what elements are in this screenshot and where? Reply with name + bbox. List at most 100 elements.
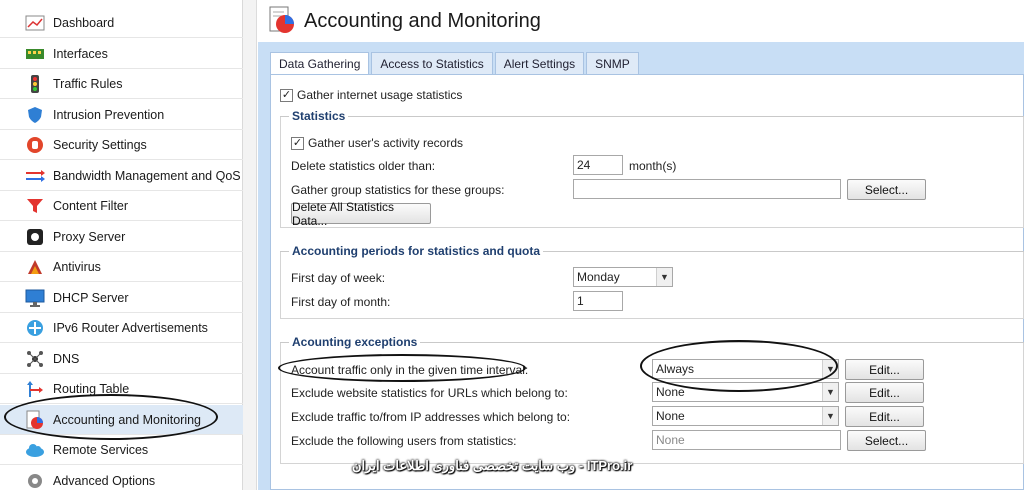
groups-label: Gather group statistics for these groups…: [291, 183, 505, 197]
data-gathering-panel: ✓ Gather internet usage statistics Stati…: [270, 74, 1024, 490]
sidebar-item-dashboard[interactable]: Dashboard: [0, 8, 243, 38]
accounting-chart-icon: [25, 410, 45, 430]
chevron-down-icon[interactable]: ▼: [822, 407, 838, 425]
exceptions-title: Acounting exceptions: [289, 335, 421, 349]
sidebar-item-routing-table[interactable]: Routing Table: [0, 374, 243, 404]
sidebar-item-label: IPv6 Router Advertisements: [53, 320, 208, 335]
groups-select-button[interactable]: Select...: [847, 179, 926, 200]
exclude-users-input[interactable]: None: [652, 430, 841, 450]
sidebar-item-intrusion-prevention[interactable]: Intrusion Prevention: [0, 100, 243, 130]
delete-all-statistics-button[interactable]: Delete All Statistics Data...: [291, 200, 431, 228]
sidebar-item-label: Antivirus: [53, 259, 101, 274]
sidebar-item-traffic-rules[interactable]: Traffic Rules: [0, 69, 243, 99]
sidebar-item-ipv6-router[interactable]: IPv6 Router Advertisements: [0, 313, 243, 343]
content-area: Data Gathering Access to Statistics Aler…: [258, 42, 1024, 490]
sidebar-item-label: Advanced Options: [53, 473, 156, 488]
exclude-ips-edit-button[interactable]: Edit...: [845, 406, 924, 427]
gather-usage-checkbox[interactable]: ✓: [280, 88, 293, 102]
sidebar-item-label: Proxy Server: [53, 229, 126, 244]
exclude-ips-select[interactable]: None ▼: [652, 406, 839, 426]
activity-row: ✓ Gather user's activity records: [291, 136, 463, 150]
dashboard-icon: [25, 13, 45, 33]
tab-access-to-statistics[interactable]: Access to Statistics: [371, 52, 493, 74]
sidebar-item-label: Intrusion Prevention: [53, 107, 165, 122]
traffic-light-icon: [25, 74, 45, 94]
router-icon: [25, 318, 45, 338]
exclude-ips-value: None: [656, 409, 685, 423]
dns-icon: [25, 349, 45, 369]
sidebar-item-accounting[interactable]: Accounting and Monitoring: [0, 405, 243, 435]
time-interval-edit-button[interactable]: Edit...: [845, 359, 924, 380]
sidebar-item-content-filter[interactable]: Content Filter: [0, 191, 243, 221]
stop-hand-icon: [25, 135, 45, 155]
watermark: وب سایت تخصصی فناوری اطلاعات ایران - ITP…: [352, 458, 633, 473]
statistics-title: Statistics: [289, 109, 349, 123]
sidebar-item-label: DHCP Server: [53, 290, 129, 305]
chevron-down-icon[interactable]: ▼: [822, 383, 838, 401]
page-title: Accounting and Monitoring: [304, 9, 541, 32]
chevron-down-icon[interactable]: ▼: [656, 268, 672, 286]
sidebar-item-proxy-server[interactable]: Proxy Server: [0, 222, 243, 252]
sidebar-item-label: DNS: [53, 351, 80, 366]
first-day-month-input[interactable]: 1: [573, 291, 623, 311]
network-card-icon: [25, 44, 45, 64]
delete-older-label: Delete statistics older than:: [291, 159, 436, 173]
exclude-urls-label: Exclude website statistics for URLs whic…: [291, 386, 568, 400]
sidebar: Dashboard Interfaces Traffic Rules Intru…: [0, 0, 243, 490]
cloud-icon: [25, 440, 45, 460]
exclude-urls-value: None: [656, 385, 685, 399]
first-day-week-label: First day of week:: [291, 271, 386, 285]
shield-icon: [25, 105, 45, 125]
sidebar-scrollbar[interactable]: [243, 0, 257, 490]
gear-icon: [25, 471, 45, 490]
chevron-down-icon[interactable]: ▼: [822, 360, 838, 378]
sidebar-item-remote-services[interactable]: Remote Services: [0, 435, 243, 465]
tab-alert-settings[interactable]: Alert Settings: [494, 52, 585, 74]
sidebar-item-antivirus[interactable]: Antivirus: [0, 252, 243, 282]
sidebar-item-bandwidth[interactable]: Bandwidth Management and QoS: [0, 161, 243, 191]
exclude-users-label: Exclude the following users from statist…: [291, 434, 517, 448]
proxy-icon: [25, 227, 45, 247]
tab-bar: Data Gathering Access to Statistics Aler…: [270, 52, 641, 75]
exclude-ips-label: Exclude traffic to/from IP addresses whi…: [291, 410, 571, 424]
sidebar-item-dhcp-server[interactable]: DHCP Server: [0, 283, 243, 313]
first-day-week-value: Monday: [577, 270, 620, 284]
time-interval-label: Account traffic only in the given time i…: [291, 363, 529, 377]
sidebar-item-security-settings[interactable]: Security Settings: [0, 130, 243, 160]
gather-usage-label: Gather internet usage statistics: [297, 88, 463, 102]
time-interval-select[interactable]: Always ▼: [652, 359, 839, 379]
time-interval-value: Always: [656, 362, 695, 376]
accounting-chart-icon: [268, 5, 296, 38]
periods-title: Accounting periods for statistics and qu…: [289, 244, 544, 258]
sidebar-item-advanced-options[interactable]: Advanced Options: [0, 466, 243, 490]
sidebar-item-dns[interactable]: DNS: [0, 344, 243, 374]
sidebar-item-label: Security Settings: [53, 137, 147, 152]
tab-snmp[interactable]: SNMP: [586, 52, 639, 74]
sidebar-item-label: Accounting and Monitoring: [53, 412, 202, 427]
first-day-week-select[interactable]: Monday ▼: [573, 267, 673, 287]
sidebar-item-interfaces[interactable]: Interfaces: [0, 39, 243, 69]
sidebar-item-label: Bandwidth Management and QoS: [53, 168, 241, 183]
activity-label: Gather user's activity records: [308, 136, 464, 150]
gather-usage-row: ✓ Gather internet usage statistics: [280, 88, 462, 102]
monitor-icon: [25, 288, 45, 308]
main-panel: Accounting and Monitoring Data Gathering…: [258, 0, 1024, 490]
sidebar-item-label: Content Filter: [53, 198, 129, 213]
exclude-users-select-button[interactable]: Select...: [847, 430, 926, 451]
first-day-month-label: First day of month:: [291, 295, 391, 309]
tab-data-gathering[interactable]: Data Gathering: [270, 52, 370, 75]
sidebar-item-label: Traffic Rules: [53, 76, 123, 91]
sidebar-item-label: Interfaces: [53, 46, 108, 61]
page-header: Accounting and Monitoring: [258, 0, 1024, 42]
groups-input[interactable]: [573, 179, 841, 199]
routing-icon: [25, 379, 45, 399]
exclude-urls-edit-button[interactable]: Edit...: [845, 382, 924, 403]
exclude-urls-select[interactable]: None ▼: [652, 382, 839, 402]
antivirus-icon: [25, 257, 45, 277]
delete-older-input[interactable]: 24: [573, 155, 623, 175]
sidebar-item-label: Routing Table: [53, 381, 130, 396]
sidebar-item-label: Dashboard: [53, 15, 115, 30]
bandwidth-arrows-icon: [25, 166, 45, 186]
funnel-icon: [25, 196, 45, 216]
activity-checkbox[interactable]: ✓: [291, 136, 304, 150]
